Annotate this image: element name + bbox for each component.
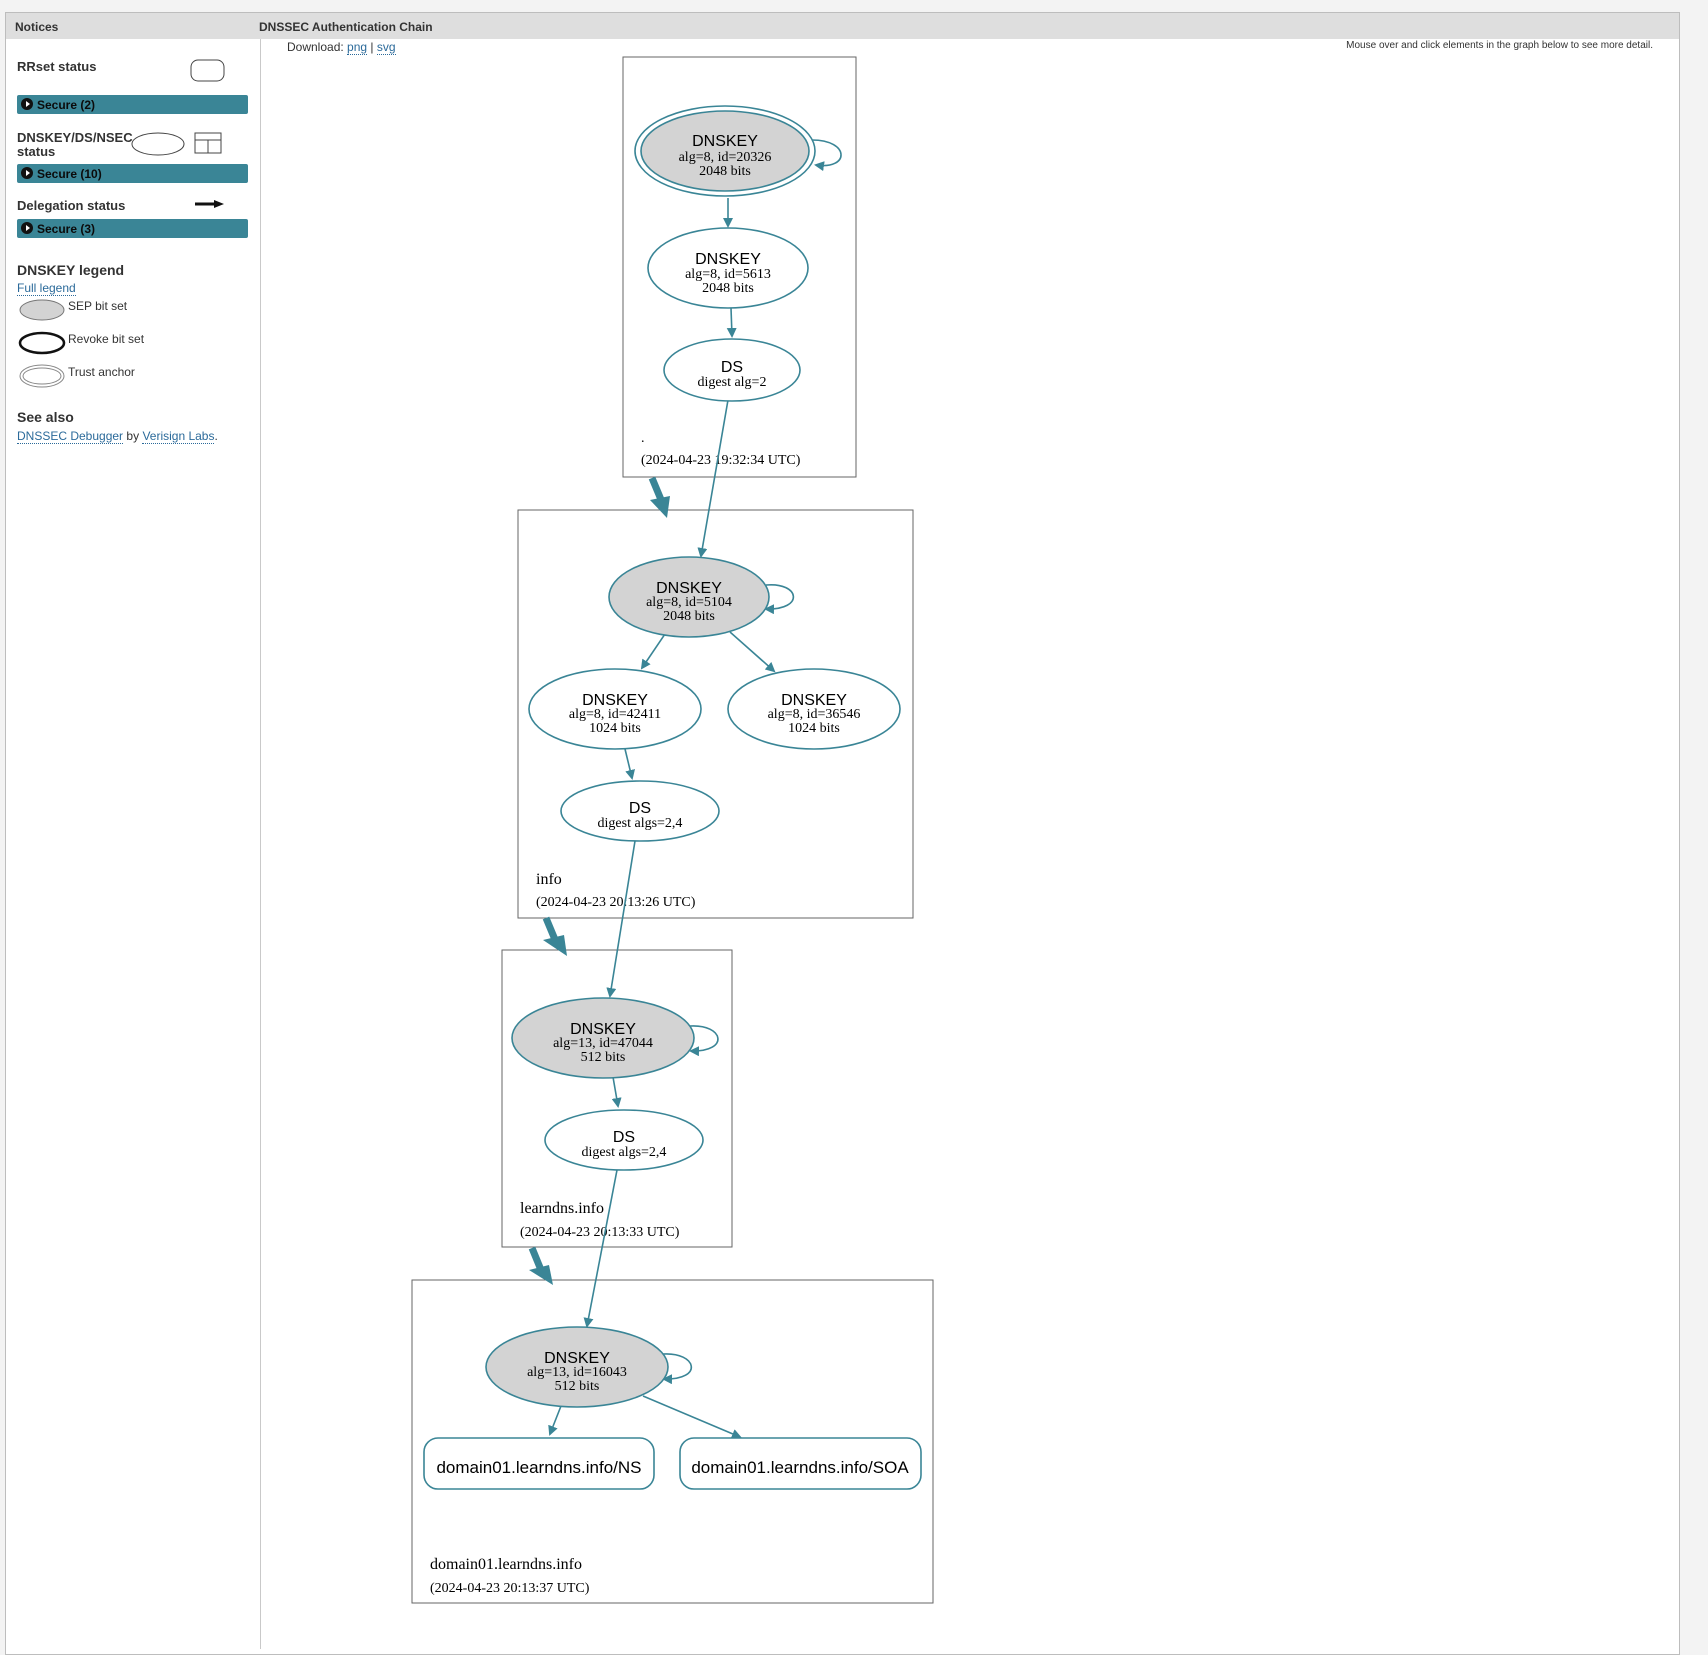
- selfloop-infoksk[interactable]: [764, 584, 795, 615]
- svg-text:DS: DS: [613, 1129, 635, 1146]
- svg-text:2048 bits: 2048 bits: [663, 609, 715, 624]
- edge-learnksk-learnds[interactable]: [611, 1076, 622, 1108]
- node-info-ds[interactable]: DS digest algs=2,4: [560, 780, 720, 842]
- node-root-zsk[interactable]: DNSKEY alg=8, id=5613 2048 bits: [647, 227, 809, 309]
- svg-text:DNSKEY: DNSKEY: [692, 133, 758, 150]
- node-root-ksk[interactable]: DNSKEY alg=8, id=20326 2048 bits: [634, 105, 816, 197]
- svg-text:1024 bits: 1024 bits: [589, 721, 641, 736]
- edge-infoksk-zsk1[interactable]: [640, 633, 666, 670]
- svg-text:alg=8, id=36546: alg=8, id=36546: [768, 707, 861, 722]
- edge-learnds-domksk[interactable]: [583, 1169, 618, 1328]
- node-learndns-ksk[interactable]: DNSKEY alg=13, id=47044 512 bits: [511, 997, 695, 1079]
- node-domain01-ns[interactable]: domain01.learndns.info/NS: [423, 1437, 655, 1490]
- node-info-zsk-42411[interactable]: DNSKEY alg=8, id=42411 1024 bits: [528, 668, 702, 750]
- dnssec-graph: . (2024-04-23 19:32:34 UTC) info (2024-0…: [411, 56, 934, 1604]
- svg-text:domain01.learndns.info/NS: domain01.learndns.info/NS: [436, 1458, 641, 1477]
- svg-text:DS: DS: [721, 359, 743, 376]
- zone-info-name: info: [536, 871, 562, 888]
- svg-text:512 bits: 512 bits: [581, 1050, 626, 1065]
- svg-text:digest algs=2,4: digest algs=2,4: [582, 1145, 667, 1160]
- zone-root-time: (2024-04-23 19:32:34 UTC): [641, 453, 801, 468]
- svg-text:DNSKEY: DNSKEY: [695, 251, 761, 268]
- delegation-arrow-learndns-domain01[interactable]: [528, 1246, 553, 1285]
- svg-text:2048 bits: 2048 bits: [702, 281, 754, 296]
- node-info-zsk-36546[interactable]: DNSKEY alg=8, id=36546 1024 bits: [727, 668, 901, 750]
- edge-domksk-ns[interactable]: [548, 1405, 562, 1436]
- svg-text:alg=13, id=47044: alg=13, id=47044: [553, 1036, 653, 1051]
- node-domain01-soa[interactable]: domain01.learndns.info/SOA: [679, 1437, 922, 1490]
- svg-text:domain01.learndns.info/SOA: domain01.learndns.info/SOA: [691, 1458, 909, 1477]
- zone-learndns-time: (2024-04-23 20:13:33 UTC): [520, 1225, 680, 1240]
- node-info-ksk[interactable]: DNSKEY alg=8, id=5104 2048 bits: [608, 556, 770, 638]
- svg-text:alg=8, id=5613: alg=8, id=5613: [685, 267, 771, 282]
- edge-domksk-soa[interactable]: [642, 1395, 742, 1439]
- svg-text:alg=8, id=5104: alg=8, id=5104: [646, 595, 732, 610]
- edge-rootzsk-rootds[interactable]: [726, 307, 737, 338]
- svg-text:DS: DS: [629, 800, 651, 817]
- svg-text:digest alg=2: digest alg=2: [698, 375, 767, 390]
- node-domain01-ksk[interactable]: DNSKEY alg=13, id=16043 512 bits: [485, 1326, 669, 1408]
- svg-text:alg=8, id=20326: alg=8, id=20326: [679, 150, 772, 165]
- svg-text:2048 bits: 2048 bits: [699, 164, 751, 179]
- zone-learndns-name: learndns.info: [520, 1200, 604, 1217]
- zone-domain01-name: domain01.learndns.info: [430, 1556, 582, 1573]
- zone-domain01-time: (2024-04-23 20:13:37 UTC): [430, 1581, 590, 1596]
- svg-text:1024 bits: 1024 bits: [788, 721, 840, 736]
- svg-text:alg=8, id=42411: alg=8, id=42411: [569, 707, 661, 722]
- node-learndns-ds[interactable]: DS digest algs=2,4: [544, 1109, 704, 1171]
- zone-root-name: .: [641, 431, 645, 446]
- edge-infoksk-zsk2[interactable]: [729, 631, 776, 673]
- node-root-ds[interactable]: DS digest alg=2: [663, 338, 801, 402]
- edge-zsk1-infods[interactable]: [624, 748, 635, 780]
- selfloop-rootksk[interactable]: [811, 139, 842, 172]
- edge-rootds-infoksk[interactable]: [697, 399, 729, 558]
- svg-text:alg=13, id=16043: alg=13, id=16043: [527, 1365, 627, 1380]
- svg-text:digest algs=2,4: digest algs=2,4: [598, 816, 683, 831]
- zone-info-time: (2024-04-23 20:13:26 UTC): [536, 895, 696, 910]
- svg-text:512 bits: 512 bits: [555, 1379, 600, 1394]
- delegation-arrow-root-info[interactable]: [648, 476, 670, 518]
